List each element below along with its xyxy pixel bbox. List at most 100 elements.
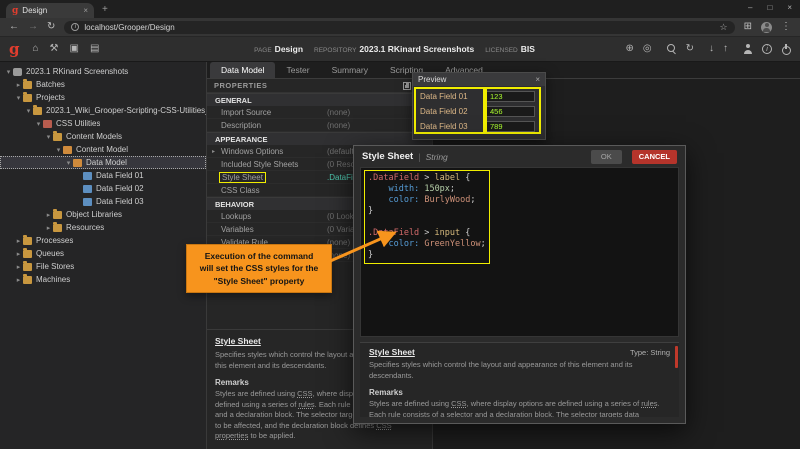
chevron-down-icon[interactable]: ▾ bbox=[4, 68, 13, 76]
property-row-import-source[interactable]: Import Source(none) bbox=[207, 106, 432, 119]
download-icon[interactable]: ↓ bbox=[709, 44, 714, 54]
tools-icon[interactable]: ⚒ bbox=[50, 44, 59, 54]
profile-avatar[interactable] bbox=[761, 22, 772, 33]
browser-tab[interactable]: g Design × bbox=[6, 3, 94, 18]
chevron-right-icon[interactable]: ▸ bbox=[212, 148, 221, 155]
property-row-description[interactable]: Description(none) bbox=[207, 119, 432, 132]
site-info-icon[interactable]: i bbox=[71, 23, 79, 31]
chevron-right-icon[interactable]: ▸ bbox=[14, 250, 23, 258]
power-icon[interactable] bbox=[781, 44, 791, 54]
grooper-logo[interactable]: g bbox=[9, 42, 20, 57]
add-icon[interactable]: ⊕ bbox=[625, 44, 633, 54]
window-close-button[interactable]: × bbox=[787, 3, 792, 12]
chevron-right-icon[interactable]: ▸ bbox=[14, 81, 23, 89]
chevron-down-icon[interactable]: ▾ bbox=[54, 146, 63, 154]
tree-item-data-field-01[interactable]: Data Field 01 bbox=[0, 169, 206, 182]
project-icon bbox=[43, 120, 52, 128]
help-text: Styles are defined using bbox=[215, 389, 297, 398]
ok-button[interactable]: OK bbox=[591, 150, 622, 164]
tree-item-projects[interactable]: ▾Projects bbox=[0, 91, 206, 104]
tab-summary[interactable]: Summary bbox=[321, 62, 379, 78]
user-icon[interactable] bbox=[743, 44, 753, 54]
upload-icon[interactable]: ↑ bbox=[723, 44, 728, 54]
chevron-right-icon[interactable]: ▸ bbox=[44, 224, 53, 232]
tree-item-data-field-03[interactable]: Data Field 03 bbox=[0, 195, 206, 208]
tree-item-content-model[interactable]: ▾Content Model bbox=[0, 143, 206, 156]
home-icon[interactable]: ⌂ bbox=[33, 44, 39, 54]
code-line: } bbox=[368, 206, 671, 217]
chevron-down-icon[interactable]: ▾ bbox=[34, 120, 43, 128]
tree-item-object-libraries[interactable]: ▸Object Libraries bbox=[0, 208, 206, 221]
tab-close-icon[interactable]: × bbox=[83, 6, 88, 15]
preview-field-input[interactable]: 456 bbox=[486, 106, 535, 117]
code-token: label bbox=[435, 173, 461, 183]
tree-item-file-stores[interactable]: ▸File Stores bbox=[0, 260, 206, 273]
help-link[interactable]: CSS bbox=[297, 389, 312, 398]
browser-menu-icon[interactable]: ⋮ bbox=[781, 22, 791, 32]
code-token: ; bbox=[470, 195, 475, 205]
preview-title-bar[interactable]: Preview × bbox=[413, 73, 545, 86]
help-link[interactable]: rules bbox=[641, 399, 657, 408]
info-icon[interactable]: i bbox=[762, 44, 772, 54]
tree-item-machines[interactable]: ▸ Machines bbox=[0, 273, 206, 286]
database-icon bbox=[13, 68, 22, 76]
code-token: > bbox=[419, 173, 434, 183]
chevron-right-icon[interactable]: ▸ bbox=[14, 276, 23, 284]
code-token: .DataField bbox=[368, 173, 419, 183]
tab-data-model[interactable]: Data Model bbox=[210, 62, 275, 78]
help-link[interactable]: CSS bbox=[451, 399, 466, 408]
reload-icon[interactable]: ↻ bbox=[47, 22, 55, 32]
tree-item-label: Machines bbox=[36, 275, 70, 284]
preview-field-data-field-01: Data Field 01123 bbox=[417, 89, 541, 104]
panel-icon[interactable]: ▤ bbox=[90, 44, 99, 54]
chevron-down-icon[interactable]: ▾ bbox=[14, 94, 23, 102]
address-bar[interactable]: i localhost/Grooper/Design ☆ bbox=[64, 21, 734, 34]
tree-item-data-field-02[interactable]: Data Field 02 bbox=[0, 182, 206, 195]
forward-icon[interactable]: → bbox=[28, 22, 38, 32]
preview-field-input[interactable]: 789 bbox=[486, 121, 535, 132]
preview-field-input[interactable]: 123 bbox=[486, 91, 535, 102]
tab-tester[interactable]: Tester bbox=[275, 62, 320, 78]
chevron-down-icon[interactable]: ▾ bbox=[44, 133, 53, 141]
chevron-right-icon[interactable]: ▸ bbox=[44, 211, 53, 219]
cancel-button[interactable]: CANCEL bbox=[632, 150, 677, 164]
tree-item-batches[interactable]: ▸Batches bbox=[0, 78, 206, 91]
chevron-right-icon[interactable]: ▸ bbox=[14, 263, 23, 271]
back-icon[interactable]: ← bbox=[9, 22, 19, 32]
layers-icon[interactable]: ▣ bbox=[70, 44, 79, 54]
new-tab-button[interactable]: + bbox=[102, 4, 108, 15]
tree-item-processes[interactable]: ▸Processes bbox=[0, 234, 206, 247]
chevron-down-icon[interactable]: ▾ bbox=[24, 107, 33, 115]
help-text: Styles are defined using bbox=[369, 399, 451, 408]
extensions-icon[interactable]: ⊞ bbox=[744, 22, 752, 32]
property-label: Description bbox=[207, 121, 327, 130]
code-token: { bbox=[460, 173, 470, 183]
tree-item-label: Data Field 03 bbox=[96, 197, 144, 206]
window-minimize-button[interactable]: – bbox=[748, 3, 752, 12]
window-maximize-button[interactable]: □ bbox=[767, 3, 772, 12]
tree-item-css-utilities[interactable]: ▾CSS Utilities bbox=[0, 117, 206, 130]
tree-item-label: Queues bbox=[36, 249, 64, 258]
tree-panel: ▾2023.1 RKinard Screenshots▸Batches▾Proj… bbox=[0, 62, 207, 449]
tree-item-2023-1-rkinard-screenshots[interactable]: ▾2023.1 RKinard Screenshots bbox=[0, 65, 206, 78]
tree-item-2023-1-wiki-grooper-scripting-css-utilities-projects[interactable]: ▾2023.1_Wiki_Grooper-Scripting-CSS-Utili… bbox=[0, 104, 206, 117]
page-value: Design bbox=[275, 44, 303, 54]
bookmark-star-icon[interactable]: ☆ bbox=[720, 22, 728, 33]
scrollbar-thumb[interactable] bbox=[675, 346, 678, 368]
tree-item-content-models[interactable]: ▾Content Models bbox=[0, 130, 206, 143]
save-icon[interactable] bbox=[403, 82, 411, 90]
help-link[interactable]: rules bbox=[298, 400, 314, 409]
refresh-icon[interactable]: ↻ bbox=[686, 44, 694, 54]
folder-icon bbox=[23, 81, 32, 89]
search-icon[interactable] bbox=[667, 44, 677, 54]
property-label: Variables bbox=[207, 225, 327, 234]
record-icon[interactable]: ◎ bbox=[643, 44, 652, 54]
chevron-down-icon[interactable]: ▾ bbox=[64, 159, 73, 167]
tree-item-resources[interactable]: ▸Resources bbox=[0, 221, 206, 234]
tree-item-queues[interactable]: ▸ Queues bbox=[0, 247, 206, 260]
code-token: BurlyWood bbox=[424, 195, 470, 205]
chevron-right-icon[interactable]: ▸ bbox=[14, 237, 23, 245]
code-editor[interactable]: .DataField > label { width: 150px; color… bbox=[360, 167, 679, 337]
preview-close-icon[interactable]: × bbox=[535, 75, 540, 84]
tree-item-data-model[interactable]: ▾Data Model bbox=[0, 156, 206, 169]
